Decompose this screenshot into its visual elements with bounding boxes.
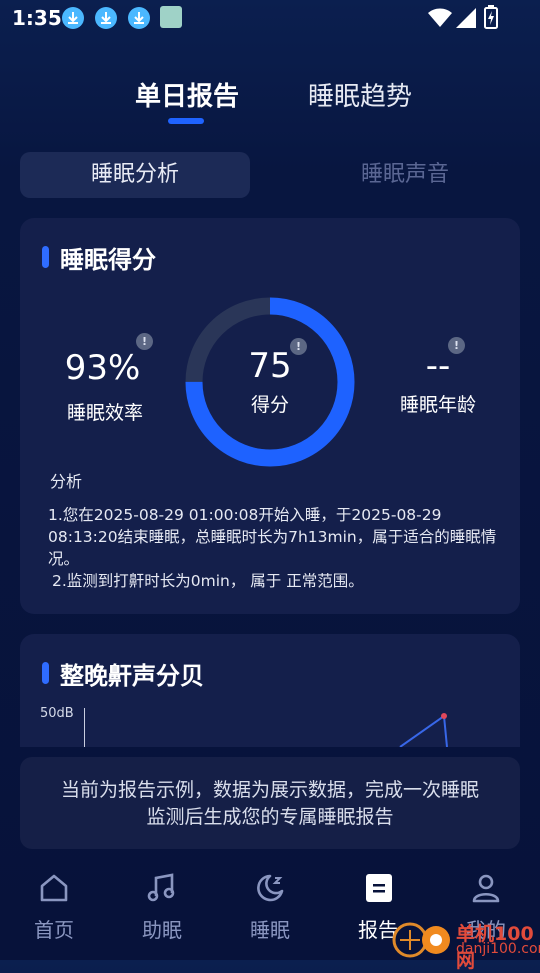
nav-label: 睡眠 <box>250 918 290 942</box>
info-icon[interactable]: ! <box>136 333 153 350</box>
info-icon[interactable]: ! <box>448 337 465 354</box>
download-icon <box>128 7 150 29</box>
chart-y-axis <box>84 708 85 747</box>
card-title: 整晚鼾声分贝 <box>60 662 204 690</box>
card-title: 睡眠得分 <box>60 246 156 274</box>
sleep-efficiency-value: 93% <box>64 348 141 388</box>
nav-item-assist[interactable]: 助眠 <box>108 860 216 960</box>
moon-icon <box>257 874 284 902</box>
report-icon <box>366 874 392 902</box>
analysis-line-2: 2.监测到打鼾时长为0min， 属于 正常范围。 <box>52 572 364 590</box>
watermark-url: danji100.com <box>456 941 540 957</box>
status-time: 1:35 <box>12 6 62 30</box>
sample-notice-text: 当前为报告示例，数据为展示数据，完成一次睡眠监测后生成您的专属睡眠报告 <box>60 779 479 828</box>
watermark-logo-icon <box>392 922 450 958</box>
tab-daily-report[interactable]: 单日报告 <box>135 76 239 113</box>
score-label: 得分 <box>250 394 289 416</box>
tab-sleep-trend[interactable]: 睡眠趋势 <box>308 76 412 113</box>
analysis-text: 1.您在2025-08-29 01:00:08开始入睡，于2025-08-29 … <box>48 504 508 592</box>
chart-y-label: 50dB <box>40 706 74 721</box>
segment-sleep-analysis[interactable]: 睡眠分析 <box>20 152 250 198</box>
analysis-title: 分析 <box>50 472 83 491</box>
download-icon <box>95 7 117 29</box>
title-accent-bar <box>42 662 49 684</box>
analysis-line-1: 1.您在2025-08-29 01:00:08开始入睡，于2025-08-29 … <box>48 506 497 568</box>
home-icon <box>40 874 68 902</box>
signal-icon <box>456 8 476 28</box>
download-icon <box>62 7 84 29</box>
user-icon <box>472 874 500 903</box>
wifi-icon <box>428 8 452 27</box>
sample-notice: 当前为报告示例，数据为展示数据，完成一次睡眠监测后生成您的专属睡眠报告 <box>20 757 520 849</box>
nav-item-home[interactable]: 首页 <box>0 860 108 960</box>
nav-label: 助眠 <box>142 918 182 942</box>
sleep-age-value: -- <box>425 346 451 386</box>
sleep-score-card: 睡眠得分 93% 睡眠效率 ! 75 得分 ! -- 睡眠年龄 ! 分析 1.您… <box>20 218 520 614</box>
sleep-efficiency-label: 睡眠效率 <box>66 402 143 424</box>
chart-point <box>441 713 447 719</box>
battery-icon <box>484 5 498 29</box>
nav-item-sleep[interactable]: 睡眠 <box>216 860 324 960</box>
snore-chart-line <box>399 713 448 747</box>
tab-active-indicator <box>168 118 204 124</box>
title-accent-bar <box>42 246 49 268</box>
snore-decibel-card: 整晚鼾声分贝 50dB <box>20 634 520 747</box>
top-tabs: 单日报告 睡眠趋势 <box>0 76 540 126</box>
music-note-icon <box>147 873 175 902</box>
app-notification-icon <box>160 6 182 28</box>
score-value: 75 <box>248 346 292 386</box>
status-bar: 1:35 <box>0 0 540 36</box>
sleep-age-label: 睡眠年龄 <box>399 394 476 416</box>
info-icon[interactable]: ! <box>290 338 307 355</box>
segment-sleep-sound[interactable]: 睡眠声音 <box>290 152 520 198</box>
nav-label: 首页 <box>34 918 74 942</box>
